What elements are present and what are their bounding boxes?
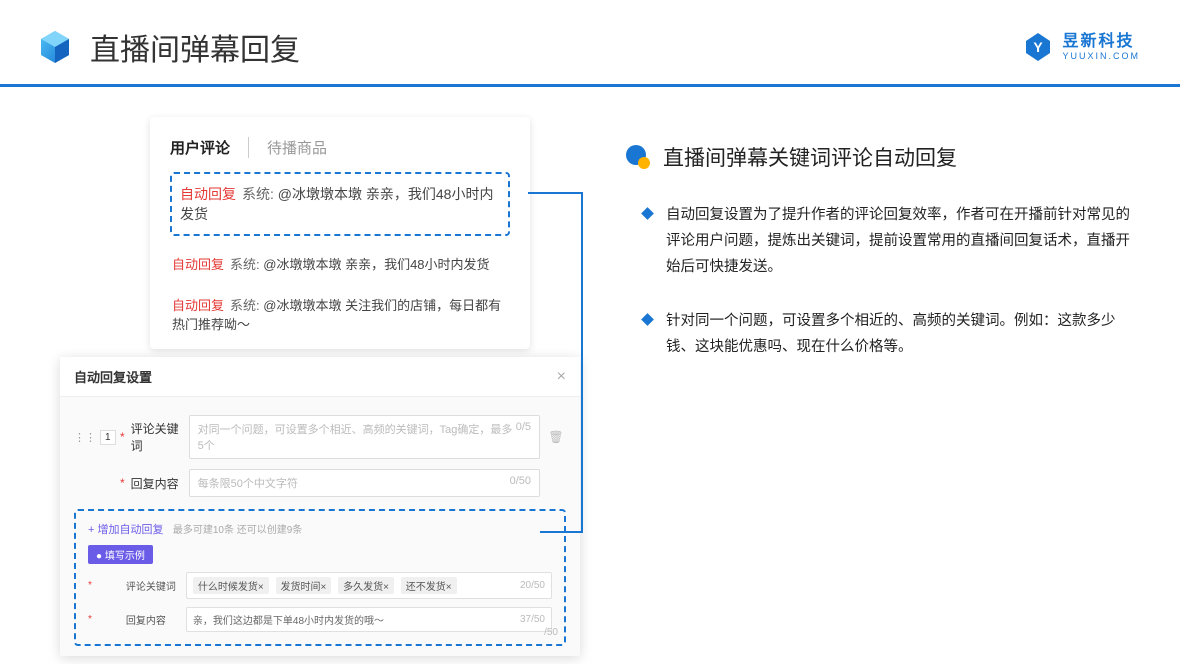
svg-text:Y: Y — [1034, 39, 1044, 55]
auto-reply-tag: 自动回复 — [172, 257, 224, 272]
comment-row: 自动回复系统: @冰墩墩本墩 关注我们的店铺，每日都有热门推荐呦～ — [170, 289, 510, 339]
page-header: 直播间弹幕回复 Y 昱新科技 YUUXIN.COM — [0, 0, 1180, 87]
example-keyword-row: * 评论关键词 什么时候发货× 发货时间× 多久发货× 还不发货× 20/50 — [88, 572, 552, 599]
highlighted-comment: 自动回复系统: @冰墩墩本墩 亲亲，我们48小时内发货 — [170, 172, 510, 236]
keyword-tag[interactable]: 发货时间× — [276, 577, 332, 594]
system-label: 系统: — [230, 298, 260, 313]
bullet-text: 针对同一个问题，可设置多个相近的、高频的关键词。例如：这款多少钱、这块能优惠吗、… — [666, 308, 1140, 360]
ex-label: 评论关键词 — [126, 578, 176, 593]
connector-line — [540, 531, 583, 533]
add-hint: 最多可建10条 还可以创建9条 — [173, 525, 302, 536]
settings-header: 自动回复设置 × — [60, 357, 580, 397]
tab-user-comments[interactable]: 用户评论 — [170, 137, 249, 158]
example-reply-input[interactable]: 亲，我们这边都是下单48小时内发货的哦～ 37/50 — [186, 607, 552, 632]
bullet-item: 自动回复设置为了提升作者的评论回复效率，作者可在开播前针对常见的评论用户问题，提… — [643, 202, 1140, 280]
keyword-tag[interactable]: 什么时候发货× — [193, 577, 269, 594]
brand-logo: Y 昱新科技 YUUXIN.COM — [1022, 31, 1140, 63]
required-marker: * — [120, 430, 125, 444]
brand-name: 昱新科技 — [1062, 34, 1140, 50]
connector-line — [581, 192, 583, 532]
counter: 37/50 — [520, 614, 545, 625]
cube-icon — [35, 27, 75, 67]
auto-reply-settings-panel: 自动回复设置 × ⋮⋮1 * 评论关键词 对同一个问题，可设置多个相近、高频的关… — [60, 357, 580, 656]
stray-counter: /50 — [544, 627, 558, 638]
chat-bubble-icon — [625, 144, 651, 170]
diamond-icon — [641, 207, 654, 220]
counter: 0/50 — [510, 475, 531, 491]
diamond-icon — [641, 313, 654, 326]
brand-url: YUUXIN.COM — [1062, 52, 1140, 61]
example-keyword-input[interactable]: 什么时候发货× 发货时间× 多久发货× 还不发货× 20/50 — [186, 572, 552, 599]
connector-line — [528, 192, 583, 194]
add-auto-reply-link[interactable]: + 增加自动回复 — [88, 524, 163, 536]
tabs: 用户评论 待播商品 — [170, 137, 510, 158]
comment-text: @冰墩墩本墩 亲亲，我们48小时内发货 — [263, 257, 489, 272]
brand-icon: Y — [1022, 31, 1054, 63]
system-label: 系统: — [230, 257, 260, 272]
auto-reply-tag: 自动回复 — [180, 186, 236, 202]
bullet-item: 针对同一个问题，可设置多个相近的、高频的关键词。例如：这款多少钱、这块能优惠吗、… — [643, 308, 1140, 360]
reply-field-row: * 回复内容 每条限50个中文字符 0/50 — [74, 469, 566, 497]
trash-icon[interactable]: 🗑 — [546, 430, 566, 444]
comment-card: 用户评论 待播商品 自动回复系统: @冰墩墩本墩 亲亲，我们48小时内发货 自动… — [150, 117, 530, 349]
keyword-field-row: ⋮⋮1 * 评论关键词 对同一个问题，可设置多个相近、高频的关键词，Tag确定，… — [74, 415, 566, 459]
example-reply-row: * 回复内容 亲，我们这边都是下单48小时内发货的哦～ 37/50 — [88, 607, 552, 632]
counter: 20/50 — [520, 580, 545, 591]
required-marker: * — [120, 476, 125, 490]
reply-input[interactable]: 每条限50个中文字符 0/50 — [189, 469, 540, 497]
example-badge: ● 填写示例 — [88, 545, 153, 564]
keyword-tag[interactable]: 多久发货× — [338, 577, 394, 594]
page-title: 直播间弹幕回复 — [90, 25, 1022, 69]
left-column: 用户评论 待播商品 自动回复系统: @冰墩墩本墩 亲亲，我们48小时内发货 自动… — [60, 117, 570, 656]
bullet-text: 自动回复设置为了提升作者的评论回复效率，作者可在开播前针对常见的评论用户问题，提… — [666, 202, 1140, 280]
auto-reply-tag: 自动回复 — [172, 298, 224, 313]
section-head: 直播间弹幕关键词评论自动回复 — [625, 142, 1140, 172]
field-label: 评论关键词 — [131, 420, 189, 454]
section-title: 直播间弹幕关键词评论自动回复 — [663, 142, 957, 172]
comment-row: 自动回复系统: @冰墩墩本墩 亲亲，我们48小时内发货 — [170, 248, 510, 279]
counter: 0/5 — [516, 421, 531, 453]
keyword-tag[interactable]: 还不发货× — [401, 577, 457, 594]
tab-pending-products[interactable]: 待播商品 — [249, 137, 327, 158]
close-icon[interactable]: × — [557, 368, 566, 386]
ex-label: 回复内容 — [126, 612, 176, 627]
row-number: ⋮⋮1 — [74, 430, 110, 445]
settings-title: 自动回复设置 — [74, 367, 152, 386]
keyword-input[interactable]: 对同一个问题，可设置多个相近、高频的关键词，Tag确定，最多5个 0/5 — [189, 415, 540, 459]
system-label: 系统: — [242, 186, 274, 202]
field-label: 回复内容 — [131, 475, 189, 492]
right-column: 直播间弹幕关键词评论自动回复 自动回复设置为了提升作者的评论回复效率，作者可在开… — [570, 117, 1140, 656]
bullet-list: 自动回复设置为了提升作者的评论回复效率，作者可在开播前针对常见的评论用户问题，提… — [625, 202, 1140, 360]
example-box: + 增加自动回复 最多可建10条 还可以创建9条 ● 填写示例 * 评论关键词 … — [74, 509, 566, 646]
